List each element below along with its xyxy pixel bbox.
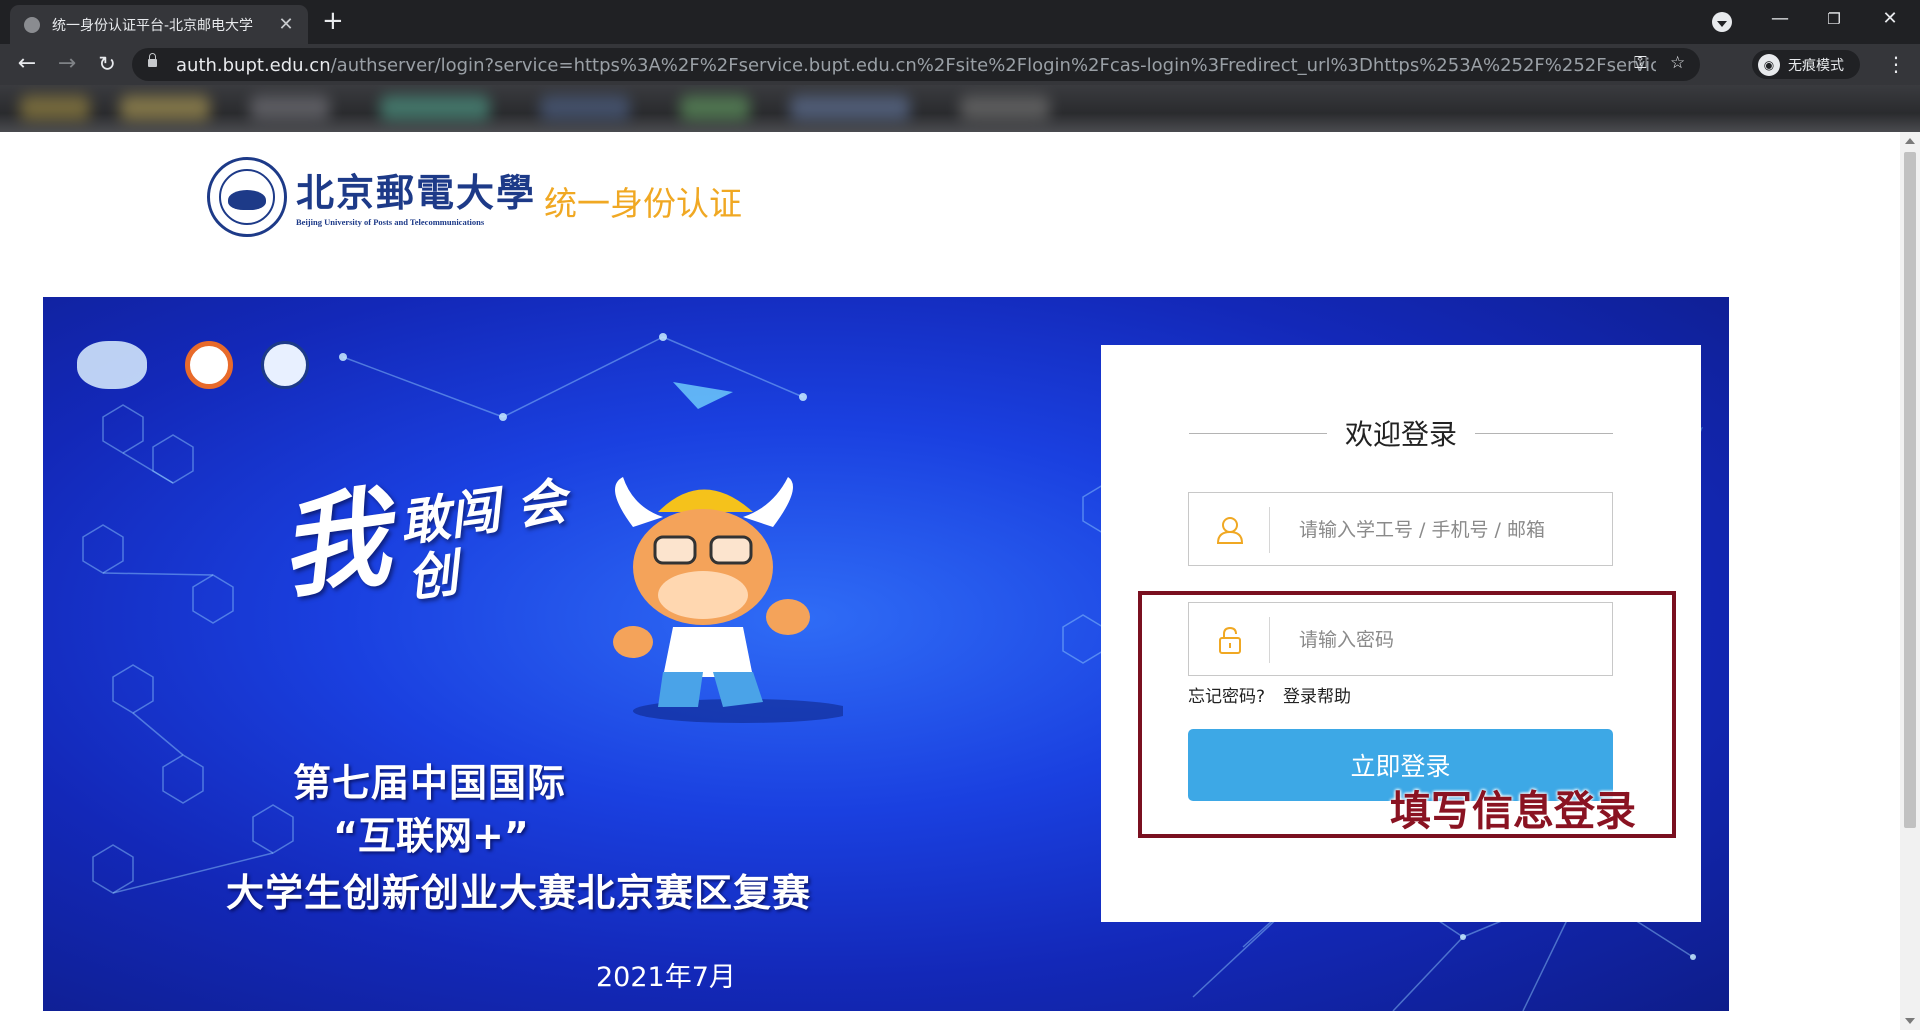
banner-heading-line3: 大学生创新创业大赛北京赛区复赛 (226, 871, 812, 915)
welcome-text: 欢迎登录 (1345, 418, 1458, 451)
username-field[interactable] (1188, 492, 1613, 566)
new-tab-button[interactable]: + (322, 8, 344, 34)
password-field[interactable] (1188, 602, 1613, 676)
reload-button[interactable]: ↻ (92, 50, 122, 78)
welcome-heading: 欢迎登录 (1189, 413, 1614, 453)
page-scrollbar[interactable] (1900, 132, 1920, 1030)
bupt-small-logo (261, 341, 309, 389)
scroll-up-arrow-icon[interactable] (1905, 138, 1915, 144)
banner-heading-line2: “互联网+” (333, 814, 529, 858)
divider (1475, 432, 1614, 434)
banner-heading-line1: 第七届中国国际 (293, 761, 567, 805)
blurred-bookmark (960, 95, 1050, 121)
incognito-indicator[interactable]: ◉ 无痕模式 (1752, 50, 1860, 79)
globe-icon (24, 16, 40, 33)
annotation-text: 填写信息登录 (1390, 787, 1636, 835)
incognito-icon: ◉ (1758, 53, 1780, 76)
tab-title: 统一身份认证平台-北京邮电大学 (52, 17, 254, 34)
blurred-bookmark (540, 95, 630, 121)
blurred-bookmark (20, 95, 90, 121)
blurred-bookmark (680, 95, 750, 121)
incognito-label: 无痕模式 (1788, 57, 1844, 74)
university-name: 北京郵電大學 (296, 170, 537, 215)
key-icon[interactable]: ⚿ (1634, 53, 1647, 73)
close-tab-icon[interactable]: ✕ (276, 14, 296, 35)
field-separator (1269, 507, 1270, 553)
forgot-password-link[interactable]: 忘记密码? (1188, 682, 1265, 707)
mascot-illustration (613, 477, 843, 723)
browser-tab[interactable]: 统一身份认证平台-北京邮电大学 ✕ (10, 5, 308, 44)
tab-strip: 统一身份认证平台-北京邮电大学 ✕ + — ❐ ✕ (0, 0, 1920, 44)
tab-search-icon[interactable] (1712, 12, 1732, 32)
university-name-en: Beijing University of Posts and Telecomm… (296, 217, 485, 227)
help-links: 忘记密码? 登录帮助 (1188, 682, 1351, 707)
scroll-down-arrow-icon[interactable] (1905, 1018, 1915, 1024)
address-bar[interactable]: auth.bupt.edu.cn/authserver/login?servic… (132, 48, 1700, 81)
field-separator (1269, 617, 1270, 663)
page-content: 北京郵電大學 Beijing University of Posts and T… (0, 132, 1900, 1030)
scrollbar-thumb[interactable] (1904, 152, 1916, 828)
lock-icon[interactable] (148, 53, 157, 67)
banner-slogan: 我 (272, 474, 397, 614)
bupt-emblem-logo (207, 157, 287, 237)
star-icon[interactable]: ☆ (1670, 53, 1685, 73)
bookmarks-bar (0, 85, 1920, 132)
blurred-bookmark (250, 95, 330, 121)
blurred-bookmark (790, 95, 910, 121)
minimize-button[interactable]: — (1760, 4, 1800, 34)
blurred-bookmark (380, 95, 490, 121)
restore-button[interactable]: ❐ (1814, 4, 1854, 34)
user-icon (1216, 517, 1244, 544)
username-input[interactable] (1299, 513, 1589, 547)
menu-icon[interactable]: ⋮ (1886, 52, 1906, 76)
banner-date: 2021年7月 (596, 962, 736, 993)
forward-button[interactable]: → (52, 50, 82, 78)
password-input[interactable] (1299, 623, 1589, 657)
close-window-button[interactable]: ✕ (1870, 4, 1910, 34)
education-commission-logo (185, 341, 233, 389)
blurred-bookmark (120, 95, 210, 121)
back-button[interactable]: ← (12, 50, 42, 78)
login-help-link[interactable]: 登录帮助 (1283, 682, 1351, 707)
platform-title: 统一身份认证 (544, 184, 742, 223)
url-text[interactable]: auth.bupt.edu.cn/authserver/login?servic… (176, 55, 1656, 76)
lock-icon (1219, 626, 1241, 654)
internet-plus-logo (77, 341, 147, 389)
divider (1189, 432, 1327, 434)
browser-toolbar: ← → ↻ auth.bupt.edu.cn/authserver/login?… (0, 44, 1920, 85)
